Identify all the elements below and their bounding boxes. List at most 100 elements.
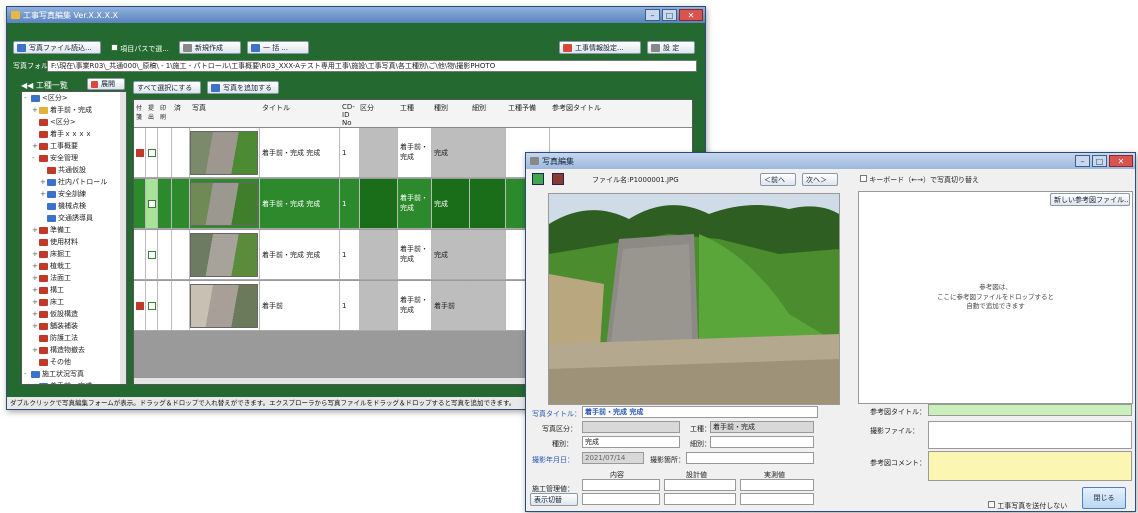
tree-item[interactable]: + 構工 — [22, 284, 126, 296]
tree-item[interactable]: <区分> — [22, 116, 126, 128]
print-cell[interactable] — [158, 281, 172, 330]
submit-checkbox[interactable] — [988, 501, 995, 508]
jissoku-field-1[interactable] — [740, 479, 814, 491]
grid-header-cell[interactable]: タイトル — [262, 103, 290, 113]
tree-toggle-icon[interactable]: - — [32, 154, 37, 162]
sekkei-field-1[interactable] — [664, 479, 736, 491]
grid-header-cell[interactable]: 印刷 — [160, 103, 170, 121]
tree-toggle-icon[interactable]: + — [32, 106, 38, 114]
photo-thumbnail[interactable] — [190, 131, 258, 175]
date-field[interactable]: 2021/07/14 — [582, 452, 644, 464]
saibetsu-field[interactable] — [710, 436, 814, 448]
comment-field[interactable] — [928, 421, 1132, 449]
tree-item[interactable]: 使用材料 — [22, 236, 126, 248]
work-info-button[interactable]: 工事情報設定... — [559, 41, 641, 54]
submit-flag-icon[interactable] — [532, 173, 544, 185]
submit-checkbox[interactable] — [148, 250, 156, 259]
detail-minimize-icon[interactable]: – — [1075, 155, 1090, 167]
tree-toggle-icon[interactable]: + — [32, 274, 38, 282]
sekkei-field-2[interactable] — [664, 493, 736, 505]
tree-toggle-icon[interactable]: + — [32, 262, 38, 270]
batch-button[interactable]: 一 括 ... — [247, 41, 309, 54]
tree-toggle-icon[interactable]: + — [32, 382, 38, 384]
print-cell[interactable] — [158, 128, 172, 177]
tree-item[interactable]: + 着手前・完成xxxx — [22, 380, 126, 384]
grid-header-cell[interactable]: 区分 — [360, 103, 374, 113]
tree-item[interactable]: 機械点検 — [22, 200, 126, 212]
jissoku-field-2[interactable] — [740, 493, 814, 505]
prev-button[interactable]: ＜前へ — [760, 173, 796, 186]
grid-header-cell[interactable]: 細別 — [472, 103, 486, 113]
title-cell[interactable]: 着手前 — [260, 281, 340, 330]
tree-toggle-icon[interactable]: + — [40, 190, 46, 198]
tree-toggle-icon[interactable]: - — [24, 94, 29, 102]
open-file-button[interactable]: 写真ファイル読込... — [13, 41, 101, 54]
photo-title-field[interactable]: 着手前・完成 完成 — [582, 406, 818, 418]
submit-cell[interactable] — [146, 128, 158, 177]
tree-item[interactable]: 着手ｘｘｘｘ — [22, 128, 126, 140]
detail-close-icon[interactable]: ✕ — [1109, 155, 1133, 167]
photo-thumbnail[interactable] — [190, 284, 258, 328]
tree-toggle-icon[interactable]: + — [32, 142, 38, 150]
keyboard-option[interactable]: キーボード（←→）で写真切り替え — [860, 175, 979, 185]
expand-button[interactable]: 展開 — [87, 78, 125, 90]
tree-toggle-icon[interactable]: + — [32, 322, 38, 330]
toggle-display-button[interactable]: 表示切替 — [530, 493, 578, 506]
print-cell[interactable] — [158, 179, 172, 228]
grid-header-cell[interactable]: 工種予備 — [508, 103, 536, 113]
photo-thumbnail[interactable] — [190, 233, 258, 277]
category-tree[interactable]: - <区分> + 着手前・完成 <区分> 着手ｘｘｘｘ + 工事概要 - 安全管理 共通仮設 + 社内パ… — [21, 91, 127, 385]
select-all-checkbox[interactable] — [111, 44, 118, 51]
print-cell[interactable] — [158, 230, 172, 279]
tree-item[interactable]: + 床掘工 — [22, 248, 126, 260]
photo-folder-path[interactable]: F:\現在\事業R03\_共通000\_原稿\ - 1\施工 - パトロール\工… — [47, 60, 697, 72]
naiyo-field-1[interactable] — [582, 479, 660, 491]
minimize-icon[interactable]: – — [645, 9, 660, 21]
detail-maximize-icon[interactable]: □ — [1092, 155, 1107, 167]
grid-header-cell[interactable]: CD-ID No — [342, 103, 358, 127]
tree-item[interactable]: - 安全管理 — [22, 152, 126, 164]
flag-icon[interactable] — [136, 148, 144, 157]
grid-header-cell[interactable]: 工種 — [400, 103, 414, 113]
flag-cell[interactable] — [134, 179, 146, 228]
grid-header-cell[interactable]: 済 — [174, 103, 181, 113]
grid-header-cell[interactable]: 写真 — [192, 103, 206, 113]
flag-cell[interactable] — [134, 128, 146, 177]
photo-thumbnail[interactable] — [190, 182, 258, 226]
tree-item[interactable]: + 着手前・完成 — [22, 104, 126, 116]
print-flag-icon[interactable] — [552, 173, 564, 185]
add-photo-button[interactable]: 写真を追加する — [207, 81, 279, 94]
tree-item[interactable]: - <区分> — [22, 92, 126, 104]
close-icon[interactable]: ✕ — [679, 9, 703, 21]
new-reference-button[interactable]: 新しい参考図ファイル... — [1050, 193, 1130, 206]
tree-item[interactable]: 交通誘導員 — [22, 212, 126, 224]
settings-button[interactable]: 設 定 — [647, 41, 695, 54]
grid-header-cell[interactable]: 参考図タイトル — [552, 103, 601, 113]
flag-icon[interactable] — [136, 301, 144, 310]
tree-toggle-icon[interactable]: + — [40, 178, 46, 186]
tree-item[interactable]: + 仮設構造 — [22, 308, 126, 320]
submit-checkbox[interactable] — [148, 148, 156, 157]
tree-scrollbar[interactable] — [120, 92, 126, 384]
tree-item[interactable]: + 社内パトロール — [22, 176, 126, 188]
ref-comment-field[interactable] — [928, 451, 1132, 481]
submit-checkbox[interactable] — [148, 199, 156, 208]
tree-toggle-icon[interactable]: + — [32, 346, 38, 354]
grid-header-cell[interactable]: 種別 — [434, 103, 448, 113]
tree-item[interactable]: + 舗装補装 — [22, 320, 126, 332]
close-ok-button[interactable]: 閉じる — [1082, 487, 1126, 509]
tree-toggle-icon[interactable]: + — [32, 298, 38, 306]
title-cell[interactable]: 着手前・完成 完成 — [260, 128, 340, 177]
tree-toggle-icon[interactable]: + — [32, 286, 38, 294]
submit-cell[interactable] — [146, 230, 158, 279]
place-field[interactable] — [686, 452, 814, 464]
shubetsu-field[interactable]: 完成 — [582, 436, 680, 448]
tree-toggle-icon[interactable]: + — [32, 310, 38, 318]
title-cell[interactable]: 着手前・完成 完成 — [260, 230, 340, 279]
koshu-field[interactable]: 着手前・完成 — [710, 421, 814, 433]
tree-item[interactable]: + 構造物撤去 — [22, 344, 126, 356]
flag-cell[interactable] — [134, 281, 146, 330]
next-button[interactable]: 次へ＞ — [802, 173, 838, 186]
tree-item[interactable]: + 準備工 — [22, 224, 126, 236]
maximize-icon[interactable]: □ — [662, 9, 677, 21]
